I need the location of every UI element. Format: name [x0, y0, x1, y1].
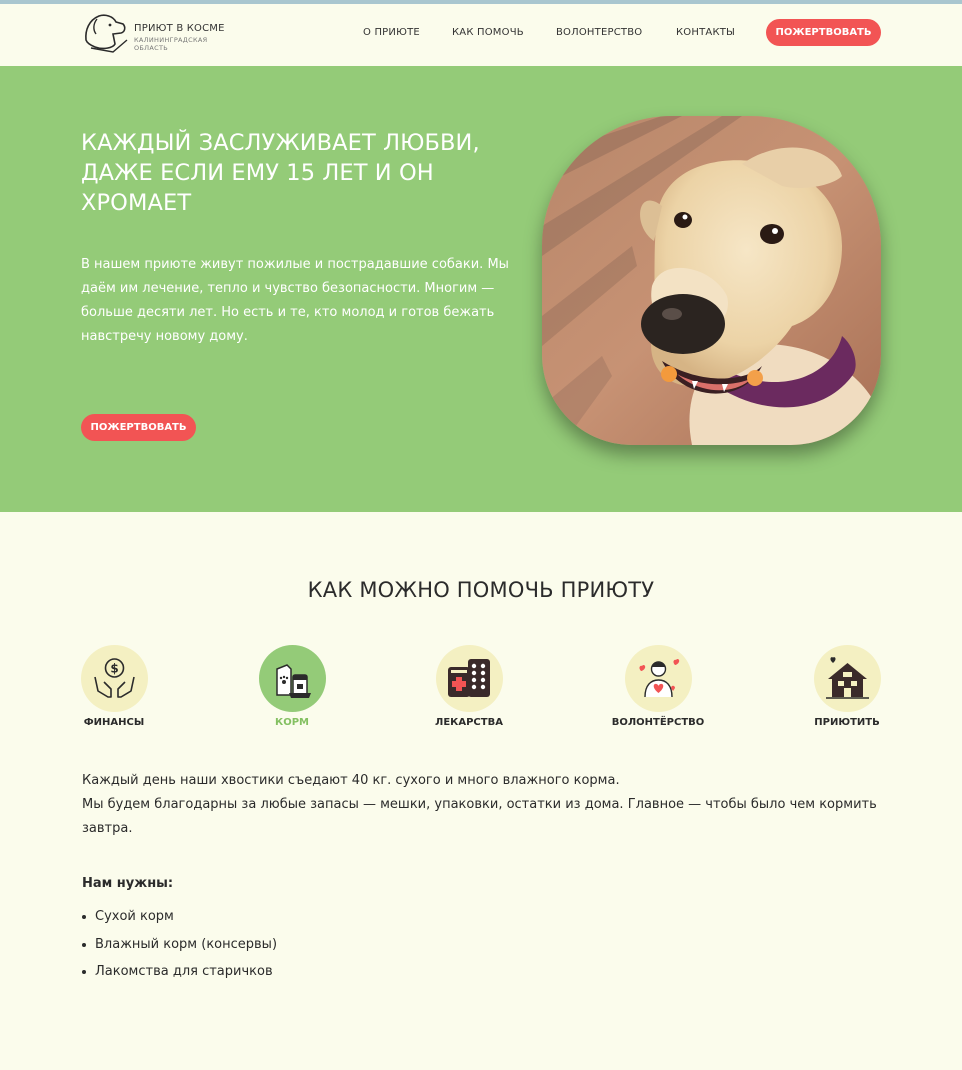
help-section-title: КАК МОЖНО ПОМОЧЬ ПРИЮТУ [307, 578, 655, 602]
nav-contacts[interactable]: КОНТАКТЫ [676, 27, 735, 38]
category-food[interactable]: КОРМ [222, 645, 362, 728]
svg-text:$: $ [110, 662, 118, 676]
nav-about[interactable]: О ПРИЮТЕ [363, 27, 420, 38]
category-adopt-label: ПРИЮТИТЬ [814, 717, 880, 728]
list-item: Влажный корм (консервы) [82, 933, 482, 961]
category-finance-label: ФИНАНСЫ [83, 717, 145, 728]
site-header: ПРИЮТ В КОСМЕ КАЛИНИНГРАДСКАЯ ОБЛАСТЬ О … [0, 4, 962, 66]
header-donate-button[interactable]: ПОЖЕРТВОВАТЬ [766, 19, 881, 46]
category-adopt-circle [813, 645, 881, 712]
category-medicine[interactable]: ЛЕКАРСТВА [399, 645, 539, 728]
category-medicine-circle [435, 645, 503, 712]
food-paragraph-1: Каждый день наши хвостики съедают 40 кг.… [82, 773, 620, 788]
category-volunteer[interactable]: ВОЛОНТЁРСТВО [588, 645, 728, 728]
hero-title: КАЖДЫЙ ЗАСЛУЖИВАЕТ ЛЮБВИ, ДАЖЕ ЕСЛИ ЕМУ … [81, 130, 480, 216]
dog-photo [542, 116, 881, 445]
money-hands-icon: $ [93, 658, 135, 698]
nav-volunteering[interactable]: ВОЛОНТЕРСТВО [556, 27, 642, 38]
nav-how-to-help[interactable]: КАК ПОМОЧЬ [452, 27, 524, 38]
food-paragraph-2: Мы будем благодарны за любые запасы — ме… [82, 797, 877, 836]
hero-donate-button[interactable]: ПОЖЕРТВОВАТЬ [81, 414, 196, 441]
category-food-circle [258, 645, 326, 712]
house-heart-icon [825, 657, 869, 699]
logo[interactable]: ПРИЮТ В КОСМЕ КАЛИНИНГРАДСКАЯ ОБЛАСТЬ [83, 10, 243, 56]
logo-title: ПРИЮТ В КОСМЕ [134, 23, 225, 34]
hero-section: КАЖДЫЙ ЗАСЛУЖИВАЕТ ЛЮБВИ, ДАЖЕ ЕСЛИ ЕМУ … [0, 66, 962, 512]
list-item: Сухой корм [82, 905, 482, 933]
category-volunteer-circle [624, 645, 692, 712]
needs-list: Сухой корм Влажный корм (консервы) Лаком… [82, 905, 482, 988]
category-food-label: КОРМ [275, 717, 309, 728]
category-finance-circle: $ [80, 645, 148, 712]
category-adopt[interactable]: ПРИЮТИТЬ [777, 645, 917, 728]
food-description: Каждый день наши хвостики съедают 40 кг.… [82, 769, 892, 841]
category-medicine-label: ЛЕКАРСТВА [435, 717, 503, 728]
hero-text: В нашем приюте живут пожилые и пострадав… [81, 257, 509, 344]
category-finance[interactable]: $ ФИНАНСЫ [44, 645, 184, 728]
pet-food-icon [275, 664, 311, 698]
logo-subtitle: КАЛИНИНГРАДСКАЯ ОБЛАСТЬ [134, 36, 208, 52]
dog-logo-icon [85, 14, 128, 53]
list-item: Лакомства для старичков [82, 960, 482, 988]
volunteer-icon [638, 658, 679, 698]
medicine-icon [447, 659, 490, 697]
needs-title: Нам нужны: [82, 876, 174, 891]
category-volunteer-label: ВОЛОНТЁРСТВО [611, 717, 705, 728]
